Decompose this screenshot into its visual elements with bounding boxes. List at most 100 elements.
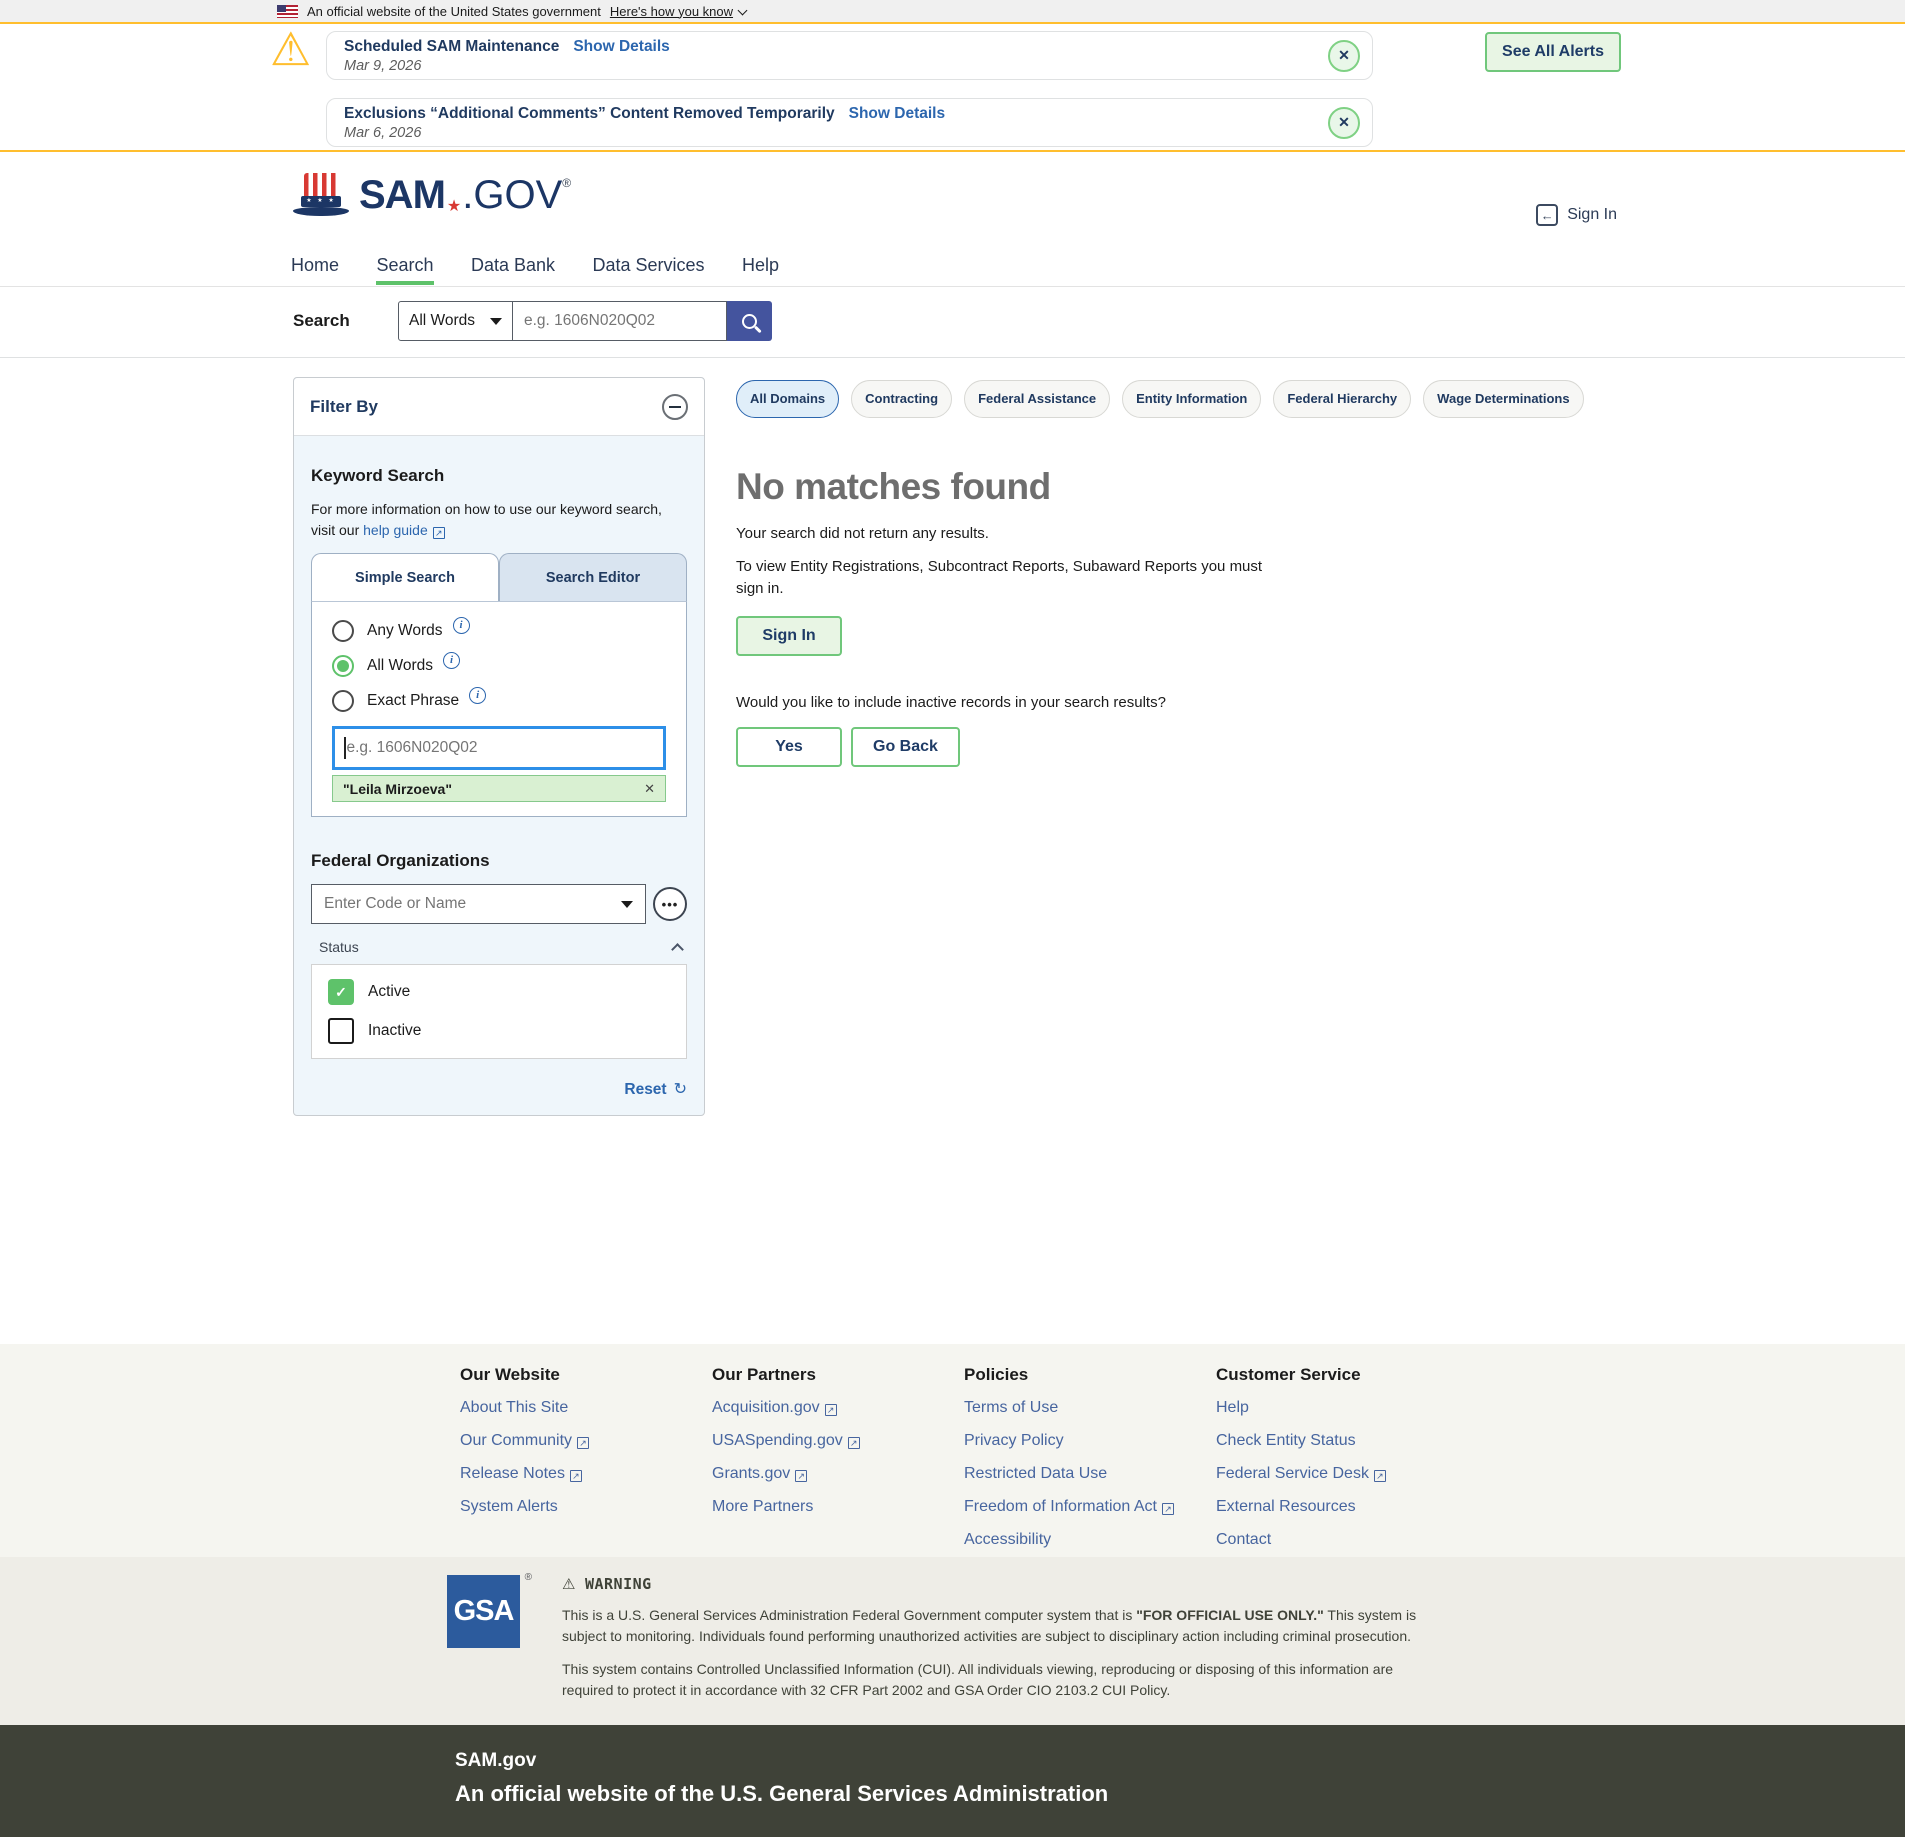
footer-heading: Our Partners xyxy=(712,1365,964,1385)
status-label: Status xyxy=(319,939,359,955)
yes-button[interactable]: Yes xyxy=(736,727,842,767)
gov-banner-text: An official website of the United States… xyxy=(307,4,601,19)
footer-link-usaspending-gov[interactable]: USASpending.gov xyxy=(712,1432,964,1450)
footer-link-grants-gov[interactable]: Grants.gov xyxy=(712,1465,964,1483)
nav-item-home[interactable]: Home xyxy=(291,255,339,285)
sign-in-label: Sign In xyxy=(1567,206,1617,224)
alert-close-button[interactable]: ✕ xyxy=(1328,40,1360,72)
pill-federal-assistance[interactable]: Federal Assistance xyxy=(964,380,1110,418)
footer-link-label: More Partners xyxy=(712,1498,813,1515)
footer-link-system-alerts[interactable]: System Alerts xyxy=(460,1498,712,1516)
info-icon[interactable]: i xyxy=(453,617,470,634)
nav-item-data-bank[interactable]: Data Bank xyxy=(471,255,555,285)
alert-show-details-link[interactable]: Show Details xyxy=(573,38,669,56)
us-flag-icon xyxy=(277,5,298,18)
gov-banner-link[interactable]: Here's how you know xyxy=(610,4,733,19)
keyword-search-heading: Keyword Search xyxy=(311,466,687,486)
footer-link-help[interactable]: Help xyxy=(1216,1399,1468,1417)
pill-wage-determinations[interactable]: Wage Determinations xyxy=(1423,380,1583,418)
footer-heading: Policies xyxy=(964,1365,1216,1385)
see-all-alerts-button[interactable]: See All Alerts xyxy=(1485,32,1621,72)
active-checkbox[interactable] xyxy=(328,979,354,1005)
domain-filter-pills: All Domains Contracting Federal Assistan… xyxy=(736,380,1584,418)
sign-in-link[interactable]: Sign In xyxy=(1536,204,1617,226)
alert-show-details-link[interactable]: Show Details xyxy=(849,105,945,123)
reset-filters-link[interactable]: Reset↻ xyxy=(624,1081,687,1098)
nav-item-help[interactable]: Help xyxy=(742,255,779,285)
footer-link-more-partners[interactable]: More Partners xyxy=(712,1498,964,1516)
alert-title: Scheduled SAM Maintenance xyxy=(344,38,559,56)
footer-heading: Customer Service xyxy=(1216,1365,1468,1385)
inactive-checkbox[interactable] xyxy=(328,1018,354,1044)
sign-in-button[interactable]: Sign In xyxy=(736,616,842,656)
footer-link-contact[interactable]: Contact xyxy=(1216,1531,1468,1549)
any-words-radio[interactable] xyxy=(332,620,354,642)
more-options-button[interactable]: ••• xyxy=(653,887,687,921)
pill-all-domains[interactable]: All Domains xyxy=(736,380,839,418)
footer-column-policies: Policies Terms of Use Privacy Policy Res… xyxy=(964,1365,1216,1557)
collapse-filters-button[interactable] xyxy=(662,394,688,420)
keyword-input-placeholder: e.g. 1606N020Q02 xyxy=(347,739,478,757)
footer-column-our-website: Our Website About This Site Our Communit… xyxy=(460,1365,712,1557)
warning-text-bold: "FOR OFFICIAL USE ONLY." xyxy=(1136,1607,1324,1623)
logo-star-icon: ★ xyxy=(447,196,461,216)
nav-item-search[interactable]: Search xyxy=(376,255,433,285)
footer-link-external-resources[interactable]: External Resources xyxy=(1216,1498,1468,1516)
search-mode-value: All Words xyxy=(409,312,475,330)
footer-link-federal-service-desk[interactable]: Federal Service Desk xyxy=(1216,1465,1468,1483)
pill-contracting[interactable]: Contracting xyxy=(851,380,952,418)
alert-close-button[interactable]: ✕ xyxy=(1328,107,1360,139)
footer-link-label: Help xyxy=(1216,1399,1249,1416)
global-search-input[interactable]: e.g. 1606N020Q02 xyxy=(513,301,727,341)
footer-link-check-entity-status[interactable]: Check Entity Status xyxy=(1216,1432,1468,1450)
tab-search-editor[interactable]: Search Editor xyxy=(499,553,687,601)
sam-gov-logo[interactable]: SAM ★ .GOV ® xyxy=(293,172,1905,218)
info-icon[interactable]: i xyxy=(443,652,460,669)
federal-org-combobox[interactable]: Enter Code or Name xyxy=(311,884,646,924)
search-label: Search xyxy=(293,311,398,331)
footer-link-foia[interactable]: Freedom of Information Act xyxy=(964,1498,1216,1516)
footer-link-accessibility[interactable]: Accessibility xyxy=(964,1531,1216,1549)
alert-date: Mar 9, 2026 xyxy=(344,58,1312,74)
footer-link-acquisition-gov[interactable]: Acquisition.gov xyxy=(712,1399,964,1417)
site-header: SAM ★ .GOV ® Sign In xyxy=(0,152,1905,236)
info-icon[interactable]: i xyxy=(469,687,486,704)
footer-link-label: Accessibility xyxy=(964,1531,1051,1548)
exact-phrase-radio[interactable] xyxy=(332,690,354,712)
chevron-down-icon[interactable] xyxy=(738,5,748,15)
warning-triangle-icon: ⚠ xyxy=(562,1575,576,1593)
search-mode-select[interactable]: All Words xyxy=(398,301,513,341)
all-words-radio[interactable] xyxy=(332,655,354,677)
footer-link-terms-of-use[interactable]: Terms of Use xyxy=(964,1399,1216,1417)
footer-heading: Our Website xyxy=(460,1365,712,1385)
footer-site-name: SAM.gov xyxy=(455,1750,1905,1772)
status-section-header: Status xyxy=(311,939,687,955)
chevron-up-icon[interactable] xyxy=(671,943,684,956)
chip-remove-icon[interactable]: ✕ xyxy=(644,781,655,797)
footer-link-label: Freedom of Information Act xyxy=(964,1498,1157,1515)
keyword-search-tabs: Simple Search Search Editor xyxy=(311,553,687,601)
external-link-icon xyxy=(1162,1503,1174,1515)
go-back-button[interactable]: Go Back xyxy=(851,727,960,767)
inactive-label: Inactive xyxy=(368,1022,421,1040)
logo-registered-mark: ® xyxy=(562,176,571,190)
footer-link-label: System Alerts xyxy=(460,1498,558,1515)
alert-item: Exclusions “Additional Comments” Content… xyxy=(326,98,1373,147)
magnifier-icon xyxy=(742,314,757,329)
footer-link-release-notes[interactable]: Release Notes xyxy=(460,1465,712,1483)
footer-link-restricted-data-use[interactable]: Restricted Data Use xyxy=(964,1465,1216,1483)
tab-simple-search[interactable]: Simple Search xyxy=(311,553,499,601)
filter-panel: Filter By Keyword Search For more inform… xyxy=(293,377,705,1116)
footer-link-label: Check Entity Status xyxy=(1216,1432,1356,1449)
status-option-inactive: Inactive xyxy=(328,1018,670,1044)
nav-item-data-services[interactable]: Data Services xyxy=(592,255,704,285)
pill-entity-information[interactable]: Entity Information xyxy=(1122,380,1261,418)
pill-federal-hierarchy[interactable]: Federal Hierarchy xyxy=(1273,380,1411,418)
footer-link-about-this-site[interactable]: About This Site xyxy=(460,1399,712,1417)
search-submit-button[interactable] xyxy=(727,301,772,341)
footer-link-privacy-policy[interactable]: Privacy Policy xyxy=(964,1432,1216,1450)
keyword-input[interactable]: e.g. 1606N020Q02 xyxy=(332,726,666,770)
footer-link-our-community[interactable]: Our Community xyxy=(460,1432,712,1450)
footer-link-label: Grants.gov xyxy=(712,1465,790,1482)
help-guide-link[interactable]: help guide xyxy=(363,522,428,538)
